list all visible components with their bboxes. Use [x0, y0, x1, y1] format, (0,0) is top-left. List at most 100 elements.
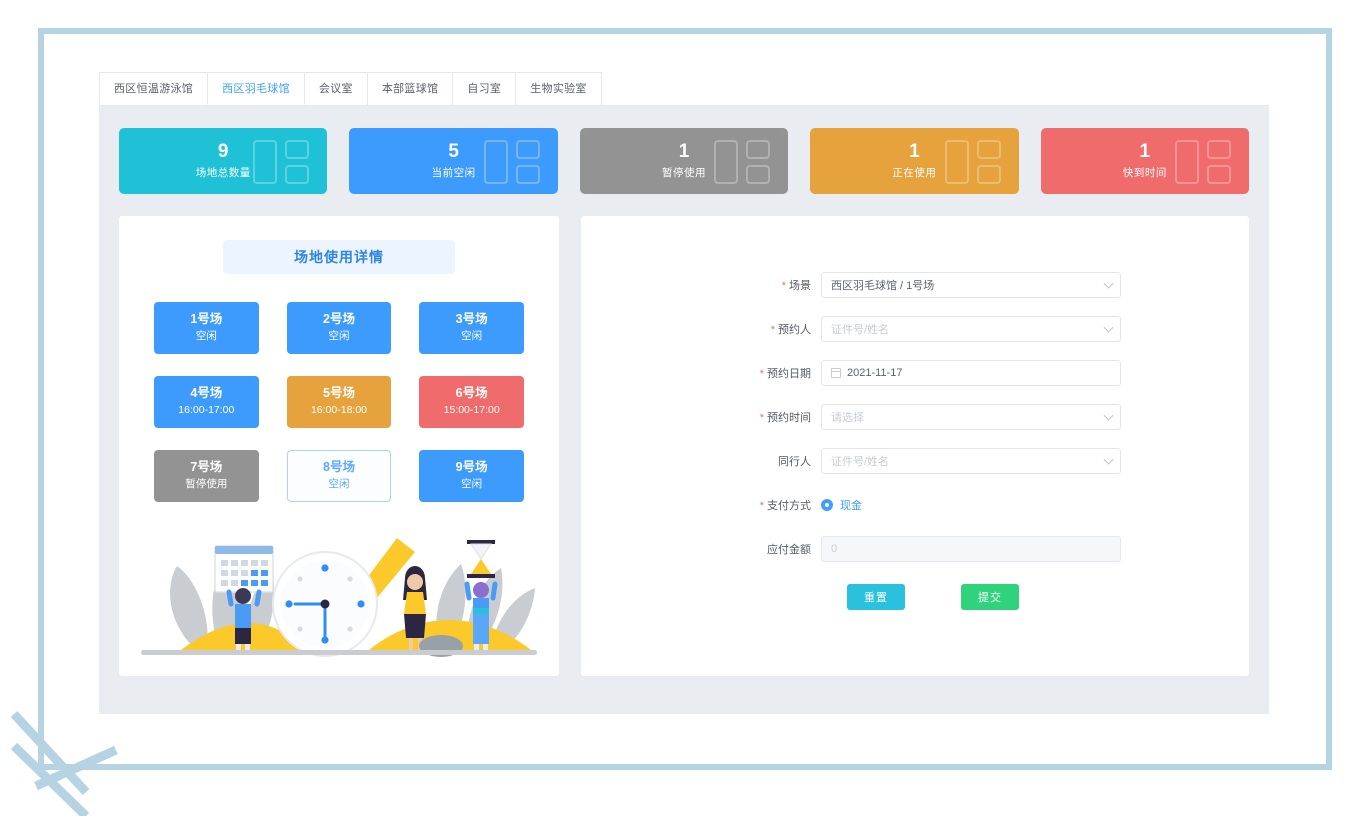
companion-placeholder: 证件号/姓名 — [831, 456, 890, 468]
stat-value: 5 — [448, 141, 459, 163]
court-tile-3[interactable]: 3号场空闲 — [419, 302, 524, 354]
time-placeholder: 请选择 — [831, 412, 864, 424]
form-actions: 重置 提交 — [581, 584, 1249, 610]
form-row-payment: * 支付方式 现金 — [581, 492, 1249, 518]
grid-blocks-icon — [483, 140, 544, 184]
stat-card-4[interactable]: 1 正在使用 — [810, 128, 1019, 194]
date-label: * 预约日期 — [759, 368, 811, 380]
court-status: 空闲 — [195, 329, 217, 342]
court-status: 暂停使用 — [185, 477, 228, 490]
court-detail-panel: 场地使用详情 1号场 空闲 2号场 空闲 3号场 空闲 4号场 16:00-17:00 5号场 1… — [119, 216, 559, 676]
form-row-booker: * 预约人 证件号/姓名 — [581, 316, 1249, 342]
form-row-venue: * 场景 西区羽毛球馆 / 1号场 — [581, 272, 1249, 298]
required-marker: * — [759, 368, 764, 380]
stat-label: 当前空闲 — [431, 166, 476, 179]
required-marker: * — [781, 280, 786, 292]
court-tile-9[interactable]: 9号场空闲 — [419, 450, 524, 502]
stat-value: 9 — [217, 141, 229, 163]
court-tile-5[interactable]: 5号场 16:00-18:00 — [286, 376, 392, 428]
stat-label: 正在使用 — [892, 166, 937, 179]
court-tile-2[interactable]: 2号场空闲 — [286, 302, 392, 354]
booker-placeholder: 证件号/姓名 — [831, 324, 890, 336]
court-status: 16:00-18:00 — [310, 403, 368, 416]
time-management-illustration — [119, 518, 559, 668]
date-input[interactable]: 2021-11-17 — [821, 360, 1121, 386]
booking-form-panel: * 场景 西区羽毛球馆 / 1号场 * 预约人 证件号/姓名 * 预约日期 20… — [581, 216, 1249, 676]
tab-1[interactable]: 西区恒温游泳馆 — [99, 72, 209, 105]
calendar-icon — [830, 368, 842, 378]
stat-value: 1 — [678, 141, 690, 163]
submit-button[interactable]: 提交 — [961, 584, 1019, 610]
stat-card-2[interactable]: 5 当前空闲 — [349, 128, 558, 194]
grid-blocks-icon — [944, 140, 1005, 184]
required-marker: * — [759, 500, 764, 512]
panel-row: 场地使用详情 1号场 空闲 2号场 空闲 3号场 空闲 4号场 16:00-17:00 5号场 1… — [119, 216, 1249, 676]
booking-form: * 场景 西区羽毛球馆 / 1号场 * 预约人 证件号/姓名 * 预约日期 20… — [581, 272, 1249, 610]
stat-value: 1 — [909, 141, 920, 163]
stat-card-3[interactable]: 1 暂停使用 — [579, 128, 789, 194]
court-tile-7[interactable]: 7号场暂停使用 — [154, 450, 259, 502]
chevron-down-icon — [1103, 278, 1114, 289]
court-status: 空闲 — [328, 477, 350, 490]
court-status: 15:00-17:00 — [443, 403, 500, 416]
form-row-date: * 预约日期 2021-11-17 — [581, 360, 1249, 386]
form-row-time: * 预约时间 请选择 — [581, 404, 1249, 430]
required-marker: * — [770, 324, 775, 336]
court-detail-title: 场地使用详情 — [223, 240, 455, 274]
court-name: 8号场 — [323, 460, 355, 475]
companion-select[interactable]: 证件号/姓名 — [821, 448, 1121, 474]
payment-radio-cash[interactable]: 现金 — [821, 492, 862, 518]
tab-2[interactable]: 西区羽毛球馆 — [207, 72, 305, 105]
form-row-amount: 应付金额 0 — [581, 536, 1249, 562]
court-name: 6号场 — [455, 386, 488, 401]
decorative-frame: 西区恒温游泳馆 西区羽毛球馆 会议室 本部篮球馆 自习室 生物实验室 9 场地总数量 5 当前空… — [38, 28, 1332, 770]
grid-blocks-icon — [253, 140, 313, 184]
stat-value: 1 — [1139, 141, 1151, 163]
chevron-down-icon — [1103, 410, 1114, 421]
venue-select[interactable]: 西区羽毛球馆 / 1号场 — [821, 272, 1121, 298]
stat-label: 暂停使用 — [662, 166, 707, 179]
court-status: 空闲 — [328, 329, 350, 342]
radio-selected-icon — [821, 499, 833, 511]
tab-4[interactable]: 本部篮球馆 — [366, 72, 454, 105]
court-tile-4[interactable]: 4号场 16:00-17:00 — [154, 376, 259, 428]
court-grid: 1号场 空闲 2号场 空闲 3号场 空闲 4号场 16:00-17:00 5号场 16:00-18… — [154, 302, 524, 502]
chevron-down-icon — [1103, 454, 1114, 465]
court-name: 4号场 — [190, 386, 223, 401]
tab-6[interactable]: 生物实验室 — [515, 72, 602, 105]
form-row-companion: 同行人 证件号/姓名 — [581, 448, 1249, 474]
tab-3[interactable]: 会议室 — [303, 72, 368, 105]
court-name: 7号场 — [190, 460, 223, 475]
grid-blocks-icon — [1175, 140, 1235, 184]
date-value: 2021-11-17 — [847, 367, 903, 379]
time-select[interactable]: 请选择 — [821, 404, 1121, 430]
court-name: 5号场 — [323, 386, 355, 401]
booker-label: * 预约人 — [770, 324, 811, 336]
court-status: 16:00-17:00 — [178, 403, 235, 416]
court-name: 9号场 — [455, 460, 488, 475]
time-label: * 预约时间 — [759, 412, 811, 424]
court-tile-8[interactable]: 8号场空闲 — [286, 450, 392, 502]
amount-input: 0 — [821, 536, 1121, 562]
venue-value: 西区羽毛球馆 / 1号场 — [831, 280, 935, 292]
frame-inner: 西区恒温游泳馆 西区羽毛球馆 会议室 本部篮球馆 自习室 生物实验室 9 场地总数量 5 当前空… — [44, 34, 1326, 764]
chevron-down-icon — [1103, 322, 1114, 333]
app-root: 西区恒温游泳馆 西区羽毛球馆 会议室 本部篮球馆 自习室 生物实验室 9 场地总数量 5 当前空… — [0, 0, 1370, 816]
court-name: 2号场 — [323, 312, 355, 327]
amount-label: 应付金额 — [767, 544, 811, 556]
stat-card-5[interactable]: 1 快到时间 — [1040, 128, 1250, 194]
booker-select[interactable]: 证件号/姓名 — [821, 316, 1121, 342]
stat-card-1[interactable]: 9 场地总数量 — [119, 128, 328, 194]
reset-button[interactable]: 重置 — [847, 584, 905, 610]
court-status: 空闲 — [461, 477, 483, 490]
tab-5[interactable]: 自习室 — [452, 72, 517, 105]
court-status: 空闲 — [461, 329, 483, 342]
venue-tabbar: 西区恒温游泳馆 西区羽毛球馆 会议室 本部篮球馆 自习室 生物实验室 — [99, 72, 1269, 106]
court-name: 1号场 — [190, 312, 223, 327]
payment-option-label: 现金 — [840, 500, 862, 512]
court-tile-6[interactable]: 6号场 15:00-17:00 — [419, 376, 524, 428]
amount-value: 0 — [831, 543, 838, 555]
page-body: 9 场地总数量 5 当前空闲 1 暂停使用 1 正在使用 1 快到时间 场地使用详情 1号场 空闲 2… — [99, 106, 1269, 714]
court-tile-1[interactable]: 1号场空闲 — [154, 302, 259, 354]
court-name: 3号场 — [455, 312, 488, 327]
